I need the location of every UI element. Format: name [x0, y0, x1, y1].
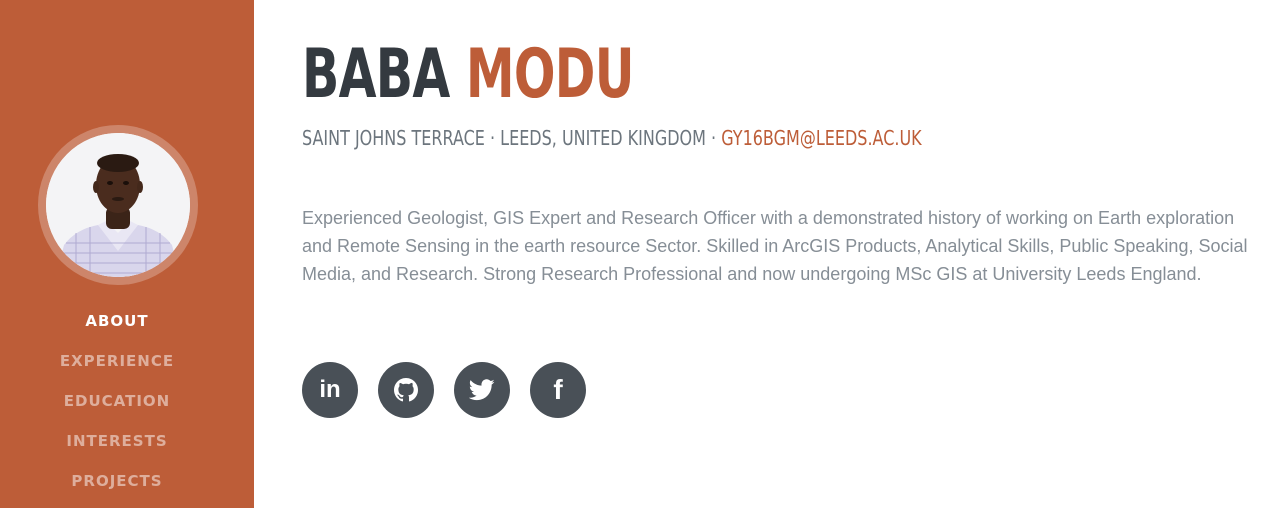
twitter-icon [469, 379, 495, 401]
sidebar: ABOUT EXPERIENCE EDUCATION INTERESTS PRO… [0, 0, 254, 508]
avatar [46, 133, 190, 277]
email-link[interactable]: GY16BGM@LEEDS.AC.UK [721, 126, 921, 150]
address-text: SAINT JOHNS TERRACE · LEEDS, UNITED KING… [302, 126, 722, 150]
github-button[interactable] [378, 362, 434, 418]
last-name: MODU [465, 35, 635, 114]
nav-item-interests[interactable]: INTERESTS [0, 425, 234, 465]
nav-item-experience[interactable]: EXPERIENCE [0, 345, 234, 385]
facebook-button[interactable]: f [530, 362, 586, 418]
facebook-icon: f [553, 374, 563, 405]
social-icons: in f [302, 362, 586, 418]
twitter-button[interactable] [454, 362, 510, 418]
linkedin-icon: in [319, 376, 341, 403]
first-name: BABA [302, 35, 450, 114]
page-title: BABA MODU [302, 30, 634, 120]
profile-photo [46, 133, 190, 277]
nav-item-projects[interactable]: PROJECTS [0, 465, 234, 505]
bio-text: Experienced Geologist, GIS Expert and Re… [302, 208, 1248, 284]
sidebar-nav: ABOUT EXPERIENCE EDUCATION INTERESTS PRO… [0, 305, 234, 505]
contact-line: SAINT JOHNS TERRACE · LEEDS, UNITED KING… [302, 125, 922, 151]
avatar-ring [38, 125, 198, 285]
github-icon [394, 378, 418, 402]
nav-item-about[interactable]: ABOUT [0, 305, 234, 345]
linkedin-button[interactable]: in [302, 362, 358, 418]
nav-item-education[interactable]: EDUCATION [0, 385, 234, 425]
